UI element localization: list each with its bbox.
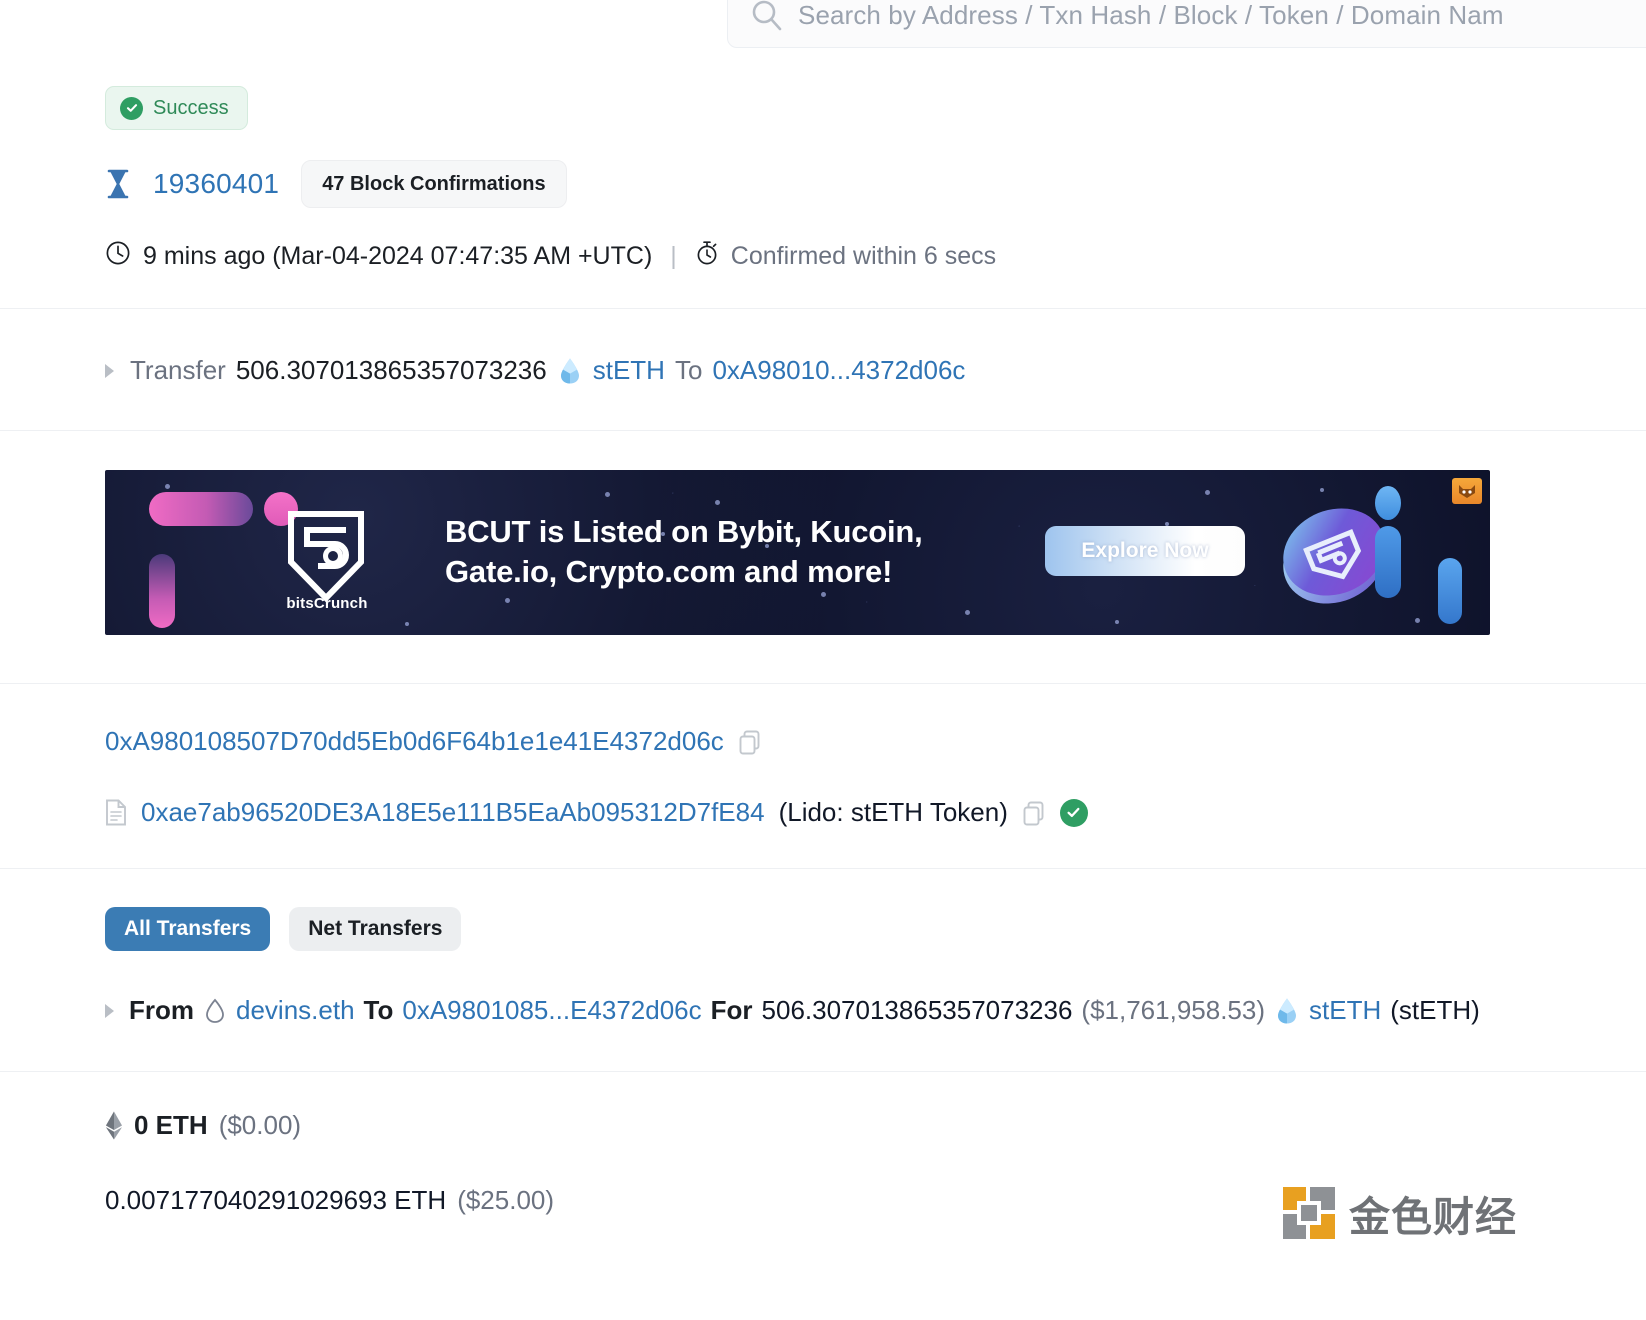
banner-headline-line1: BCUT is Listed on Bybit, Kucoin, (445, 514, 923, 549)
banner-pink-pill-shape (149, 492, 253, 526)
banner-blue-bar-shape (1375, 526, 1401, 598)
transfer-to-label: To (674, 355, 703, 385)
clock-icon (105, 240, 131, 273)
timestamp-separator: | (670, 242, 677, 270)
watermark-text: 金色财经 (1349, 1193, 1517, 1241)
verified-check-icon (1059, 798, 1088, 827)
copy-icon[interactable] (1022, 800, 1046, 826)
token-contract-row: 0xae7ab96520DE3A18E5e111B5EaAb095312D7fE… (105, 797, 1088, 828)
transfer-token-symbol: (stETH) (1390, 995, 1480, 1025)
explore-now-button[interactable]: Explore Now (1045, 526, 1245, 576)
to-address-link[interactable]: 0xA9801085...E4372d06c (402, 995, 701, 1026)
watermark: 金色财经 (1283, 1183, 1517, 1243)
steth-token-icon (557, 357, 583, 385)
ad-fox-icon[interactable] (1452, 478, 1482, 504)
hourglass-icon (105, 169, 131, 199)
search-placeholder: Search by Address / Txn Hash / Block / T… (798, 0, 1504, 30)
banner-headline-line2: Gate.io, Crypto.com and more! (445, 553, 893, 589)
timestamp-text: 9 mins ago (Mar-04-2024 07:47:35 AM +UTC… (143, 242, 653, 270)
search-icon (750, 0, 784, 32)
check-circle-icon (120, 96, 143, 120)
stopwatch-icon (695, 240, 719, 273)
timestamp-row: 9 mins ago (Mar-04-2024 07:47:35 AM +UTC… (105, 240, 996, 273)
interacted-address-link[interactable]: 0xA980108507D70dd5Eb0d6F64b1e1e41E4372d0… (105, 726, 724, 757)
tab-all-transfers[interactable]: All Transfers (105, 907, 271, 951)
transaction-fee-row: 0.007177040291029693 ETH ($25.00) (105, 1185, 554, 1216)
search-input[interactable]: Search by Address / Txn Hash / Block / T… (727, 0, 1646, 48)
divider (0, 868, 1646, 869)
ens-diamond-icon (203, 998, 227, 1024)
token-contract-link[interactable]: 0xae7ab96520DE3A18E5e111B5EaAb095312D7fE… (141, 797, 765, 828)
interacted-address-row: 0xA980108507D70dd5Eb0d6F64b1e1e41E4372d0… (105, 726, 762, 757)
divider (0, 683, 1646, 684)
token-contract-name: (Lido: stETH Token) (778, 797, 1008, 827)
token-transfer-row: From devins.eth To 0xA9801085...E4372d06… (105, 995, 1480, 1026)
value-usd: ($0.00) (218, 1110, 302, 1140)
from-label: From (129, 995, 194, 1025)
value-amount: 0 ETH (134, 1110, 208, 1140)
transfer-to-address-link[interactable]: 0xA98010...4372d06c (712, 355, 965, 386)
top-bar: Search by Address / Txn Hash / Block / T… (0, 0, 1646, 56)
caret-right-icon[interactable] (105, 363, 114, 378)
transfer-usd-value: ($1,761,958.53) (1081, 995, 1266, 1025)
transfer-amount: 506.307013865357073236 (235, 355, 547, 385)
for-label: For (710, 995, 753, 1025)
fee-usd: ($25.00) (457, 1185, 555, 1215)
status-badge: Success (105, 86, 248, 130)
tab-net-transfers[interactable]: Net Transfers (289, 907, 462, 951)
copy-icon[interactable] (738, 729, 762, 755)
divider (0, 308, 1646, 309)
transfer-token-amount: 506.307013865357073236 (761, 995, 1073, 1025)
transfer-token-link[interactable]: stETH (593, 355, 665, 386)
document-icon (105, 799, 127, 826)
to-label: To (363, 995, 394, 1025)
banner-brand-label: bitsCrunch (286, 595, 368, 612)
from-address-link[interactable]: devins.eth (236, 995, 355, 1026)
block-row: 19360401 47 Block Confirmations (105, 160, 567, 208)
banner-blue-dot-shape (1375, 486, 1401, 520)
advertisement-banner[interactable]: bitsCrunch BCUT is Listed on Bybit, Kuco… (105, 470, 1490, 635)
divider (0, 1071, 1646, 1072)
ethereum-icon (105, 1111, 123, 1140)
bitscrunch-logo-icon (283, 510, 369, 603)
confirmed-within-text: Confirmed within 6 secs (730, 242, 997, 270)
transfers-tabs: All Transfers Net Transfers (105, 907, 462, 951)
fee-amount: 0.007177040291029693 ETH (105, 1185, 447, 1215)
steth-token-icon (1274, 997, 1300, 1025)
transfer-label: Transfer (130, 355, 226, 385)
banner-blue-bar-shape-2 (1438, 558, 1462, 624)
banner-pink-bar-shape (149, 554, 175, 628)
transfer-token-name-link[interactable]: stETH (1309, 995, 1381, 1026)
status-label: Success (153, 96, 229, 119)
caret-right-icon[interactable] (105, 1003, 114, 1018)
value-row: 0 ETH ($0.00) (105, 1110, 301, 1141)
banner-headline: BCUT is Listed on Bybit, Kucoin, Gate.io… (445, 512, 1025, 591)
transfer-summary-row: Transfer 506.307013865357073236 stETH To… (105, 355, 965, 386)
divider (0, 430, 1646, 431)
jinse-logo-icon (1283, 1187, 1335, 1239)
block-number-link[interactable]: 19360401 (153, 168, 279, 200)
block-confirmations-badge: 47 Block Confirmations (301, 160, 567, 208)
